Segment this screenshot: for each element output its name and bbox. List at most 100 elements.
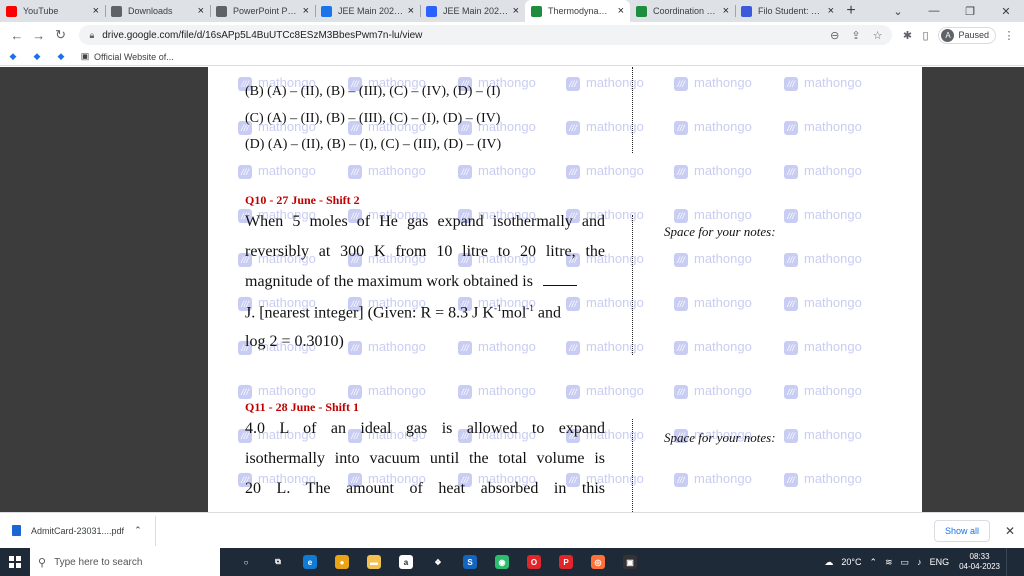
bookmark-star-icon[interactable]: ☆ <box>873 29 883 42</box>
q11-line-2: isothermally into vacuum until the total… <box>245 450 605 467</box>
chrome-taskbar-button[interactable]: ● <box>326 548 358 576</box>
watermark-text: mathongo <box>694 75 752 90</box>
store-taskbar-button[interactable]: a <box>390 548 422 576</box>
close-tab-icon[interactable]: × <box>723 5 729 17</box>
close-tab-icon[interactable]: × <box>93 5 99 17</box>
restore-icon[interactable]: ❐ <box>952 0 988 22</box>
tab-title: Coordination Con <box>653 6 719 16</box>
task-view-taskbar-button[interactable]: ⧉ <box>262 548 294 576</box>
watermark-text: mathongo <box>804 75 862 90</box>
tab-title: Thermodynamics <box>548 6 614 16</box>
watermark: /// mathongo <box>238 383 316 399</box>
share-icon[interactable]: ⇪ <box>851 29 860 42</box>
language-indicator[interactable]: ENG <box>926 557 954 567</box>
close-icon[interactable]: ✕ <box>1000 524 1020 538</box>
weather-icon[interactable]: ☁ <box>820 557 837 568</box>
file-explorer-taskbar-button[interactable]: ▬ <box>358 548 390 576</box>
side-panel-icon[interactable]: ▯ <box>916 29 934 42</box>
browser-tab[interactable]: YouTube × <box>0 0 105 22</box>
back-icon[interactable]: ← <box>6 24 28 46</box>
search-placeholder: Type here to search <box>54 556 143 568</box>
close-window-icon[interactable]: ✕ <box>988 0 1024 22</box>
bookmark-2[interactable]: ◆ <box>32 51 46 62</box>
start-button[interactable] <box>0 548 30 576</box>
close-tab-icon[interactable]: × <box>828 5 834 17</box>
edge-taskbar-button[interactable]: e <box>294 548 326 576</box>
download-item[interactable]: AdmitCard-23031....pdf ⌃ <box>12 515 156 546</box>
tray-chevron-icon[interactable]: ⌃ <box>865 557 881 568</box>
forward-icon[interactable]: → <box>28 24 50 46</box>
firefox-taskbar-button[interactable]: ◎ <box>582 548 614 576</box>
app-taskbar-button[interactable]: ▣ <box>614 548 646 576</box>
wifi-icon[interactable]: ≋ <box>881 557 897 568</box>
taskbar-search[interactable]: ⚲ Type here to search <box>30 548 220 576</box>
browser-tab[interactable]: Filo Student: Wor × <box>735 0 840 22</box>
minimize-icon[interactable]: — <box>916 0 952 22</box>
watermark-text: mathongo <box>804 339 862 354</box>
q10-line-3: magnitude of the maximum work obtained i… <box>245 273 605 291</box>
app-s-taskbar-button[interactable]: S <box>454 548 486 576</box>
tab-title: JEE Main 2023 Ch <box>338 6 404 16</box>
chevron-up-icon[interactable]: ⌃ <box>134 525 142 536</box>
close-tab-icon[interactable]: × <box>303 5 309 17</box>
superscript: -1 <box>526 303 534 313</box>
browser-tab[interactable]: JEE Main 2022 Ch × <box>420 0 525 22</box>
watermark-text: mathongo <box>804 383 862 398</box>
browser-tabstrip: YouTube × Downloads × PowerPoint Prese × JEE M… <box>0 0 1024 22</box>
reload-icon[interactable]: ↻ <box>50 24 72 46</box>
q10-header: Q10 - 27 June - Shift 2 <box>245 193 360 207</box>
column-divider <box>632 419 633 512</box>
address-bar[interactable]: 🔒︎ drive.google.com/file/d/16sAPp5L4BuUT… <box>79 25 893 45</box>
bookmark-1[interactable]: ◆ <box>8 51 22 62</box>
bookmark-3[interactable]: ◆ <box>56 51 70 62</box>
q11-header: Q11 - 28 June - Shift 1 <box>245 400 360 414</box>
browser-tab[interactable]: PowerPoint Prese × <box>210 0 315 22</box>
bookmark-official-website[interactable]: ▣ Official Website of... <box>80 51 174 62</box>
mathongo-logo-icon: /// <box>784 209 798 223</box>
watermark-text: mathongo <box>586 119 644 134</box>
pdf-taskbar-button[interactable]: P <box>550 548 582 576</box>
profile-button[interactable]: A Paused <box>938 26 997 44</box>
windows-logo-icon <box>9 556 21 568</box>
close-tab-icon[interactable]: × <box>408 5 414 17</box>
clock[interactable]: 08:33 04-04-2023 <box>953 552 1006 572</box>
close-tab-icon[interactable]: × <box>618 5 624 17</box>
watermark: /// mathongo <box>674 251 752 267</box>
mathongo-logo-icon: /// <box>566 121 580 135</box>
browser-tab[interactable]: Thermodynamics × <box>525 0 630 22</box>
close-tab-icon[interactable]: × <box>513 5 519 17</box>
chat-taskbar-button[interactable]: ◉ <box>486 548 518 576</box>
show-all-button[interactable]: Show all <box>933 519 990 542</box>
tab-search-icon[interactable]: ⌄ <box>880 0 916 22</box>
battery-icon[interactable]: ▭ <box>897 557 914 568</box>
watermark: /// mathongo <box>784 207 862 223</box>
drive-install-icon[interactable]: ⊖ <box>830 29 839 42</box>
menu-icon[interactable]: ⋮ <box>1000 29 1018 42</box>
watermark: /// mathongo <box>674 75 752 91</box>
browser-tab[interactable]: Coordination Con × <box>630 0 735 22</box>
column-divider <box>632 215 633 355</box>
opera-taskbar-button[interactable]: O <box>518 548 550 576</box>
watermark: /// mathongo <box>348 383 426 399</box>
watermark-text: mathongo <box>478 163 536 178</box>
lock-icon[interactable]: 🔒︎ <box>89 30 94 41</box>
extensions-icon[interactable]: ✱ <box>898 29 916 42</box>
weather-temp[interactable]: 20°C <box>837 557 865 567</box>
new-tab-button[interactable]: + <box>840 0 862 22</box>
mathongo-logo-icon: /// <box>784 165 798 179</box>
tab-title: Downloads <box>128 6 173 16</box>
window-controls: ⌄ — ❐ ✕ <box>880 0 1024 22</box>
search-icon: ⚲ <box>38 556 47 569</box>
mathongo-logo-icon: /// <box>674 385 688 399</box>
volume-icon[interactable]: ♪ <box>913 557 926 567</box>
pdf-viewer[interactable]: /// mathongo /// mathongo /// mathongo /// math… <box>0 67 1024 512</box>
bookmark-label: Official Website of... <box>94 51 174 62</box>
show-desktop-button[interactable] <box>1006 548 1024 576</box>
mathongo-logo-icon: /// <box>238 385 252 399</box>
browser-tab[interactable]: JEE Main 2023 Ch × <box>315 0 420 22</box>
close-tab-icon[interactable]: × <box>198 5 204 17</box>
dropbox-taskbar-button[interactable]: ❖ <box>422 548 454 576</box>
cortana-taskbar-button[interactable]: ○ <box>230 548 262 576</box>
browser-tab[interactable]: Downloads × <box>105 0 210 22</box>
url-text[interactable]: drive.google.com/file/d/16sAPp5L4BuUTCc8… <box>102 30 818 41</box>
